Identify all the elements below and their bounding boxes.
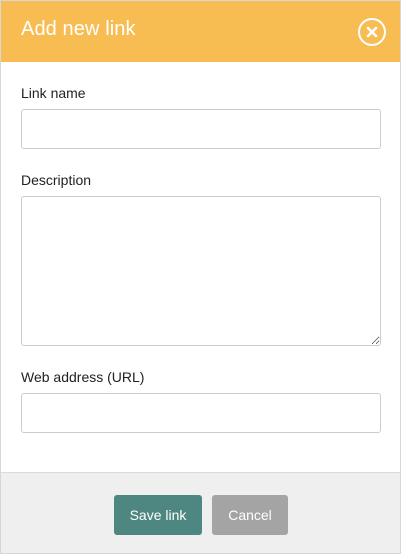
save-link-button[interactable]: Save link <box>114 495 202 535</box>
dialog-header: Add new link <box>1 1 400 62</box>
web-address-label: Web address (URL) <box>21 369 145 385</box>
close-icon <box>366 26 378 38</box>
dialog-title: Add new link <box>21 18 136 40</box>
link-name-label: Link name <box>21 85 86 101</box>
cancel-button[interactable]: Cancel <box>212 495 288 535</box>
add-link-dialog: Add new link Link name Description Web a… <box>0 0 401 554</box>
close-button[interactable] <box>358 18 386 46</box>
dialog-footer: Save link Cancel <box>1 472 400 553</box>
link-name-input[interactable] <box>21 109 381 149</box>
description-textarea[interactable] <box>21 196 381 346</box>
description-label: Description <box>21 172 92 188</box>
web-address-input[interactable] <box>21 393 381 433</box>
